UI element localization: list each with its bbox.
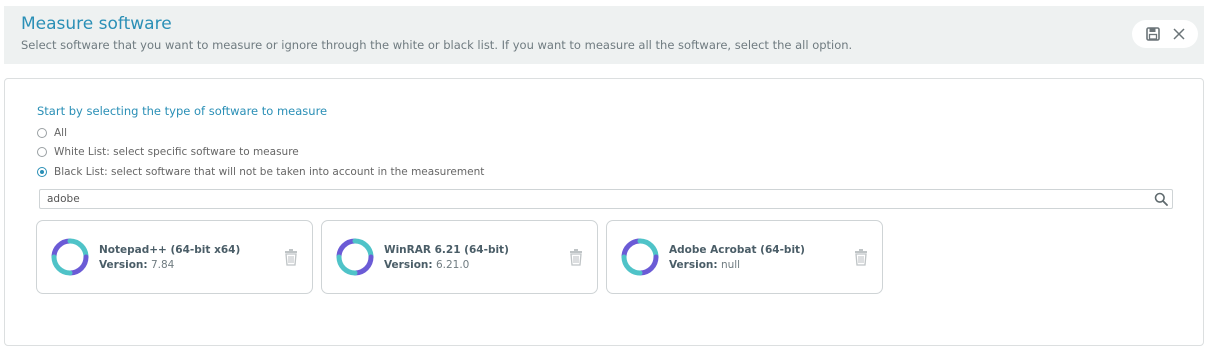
software-name: Notepad++ (64-bit x64) — [99, 244, 241, 256]
radio-white-list[interactable]: White List: select specific software to … — [37, 146, 299, 158]
page-title: Measure software — [21, 14, 172, 34]
software-name: Adobe Acrobat (64-bit) — [669, 244, 805, 256]
radio-all-button[interactable] — [37, 128, 47, 138]
software-card: WinRAR 6.21 (64-bit) Version: 6.21.0 — [321, 220, 598, 294]
radio-black-list-button[interactable] — [37, 167, 47, 177]
radio-black-list-label: Black List: select software that will no… — [54, 166, 485, 178]
software-logo-icon — [336, 238, 374, 276]
software-logo-icon — [51, 238, 89, 276]
radio-black-list[interactable]: Black List: select software that will no… — [37, 166, 484, 178]
software-version: Version: null — [669, 259, 740, 271]
trash-icon[interactable] — [283, 248, 299, 266]
header-actions — [1132, 20, 1198, 48]
version-value: 6.21.0 — [435, 259, 470, 271]
section-label: Start by selecting the type of software … — [37, 104, 328, 118]
software-card: Adobe Acrobat (64-bit) Version: null — [606, 220, 883, 294]
software-version: Version: 6.21.0 — [384, 259, 469, 271]
save-icon[interactable] — [1144, 25, 1162, 43]
page-subtitle: Select software that you want to measure… — [21, 38, 853, 52]
software-version: Version: 7.84 — [99, 259, 174, 271]
radio-white-list-label: White List: select specific software to … — [54, 146, 299, 158]
version-label: Version: — [669, 259, 718, 271]
radio-white-list-button[interactable] — [37, 147, 47, 157]
radio-all-label: All — [54, 127, 68, 139]
version-label: Version: — [384, 259, 433, 271]
software-logo-icon — [621, 238, 659, 276]
software-name: WinRAR 6.21 (64-bit) — [384, 244, 509, 256]
version-label: Version: — [99, 259, 148, 271]
software-card: Notepad++ (64-bit x64) Version: 7.84 — [36, 220, 313, 294]
radio-all[interactable]: All — [37, 127, 67, 139]
software-panel: Start by selecting the type of software … — [4, 78, 1204, 346]
trash-icon[interactable] — [568, 248, 584, 266]
search-icon[interactable] — [1150, 190, 1172, 208]
version-value: null — [720, 259, 741, 271]
trash-icon[interactable] — [853, 248, 869, 266]
search-input[interactable] — [40, 189, 1150, 209]
version-value: 7.84 — [150, 259, 175, 271]
page-header: Measure software Select software that yo… — [4, 6, 1204, 64]
search-box — [39, 189, 1173, 209]
close-icon[interactable] — [1170, 25, 1188, 43]
